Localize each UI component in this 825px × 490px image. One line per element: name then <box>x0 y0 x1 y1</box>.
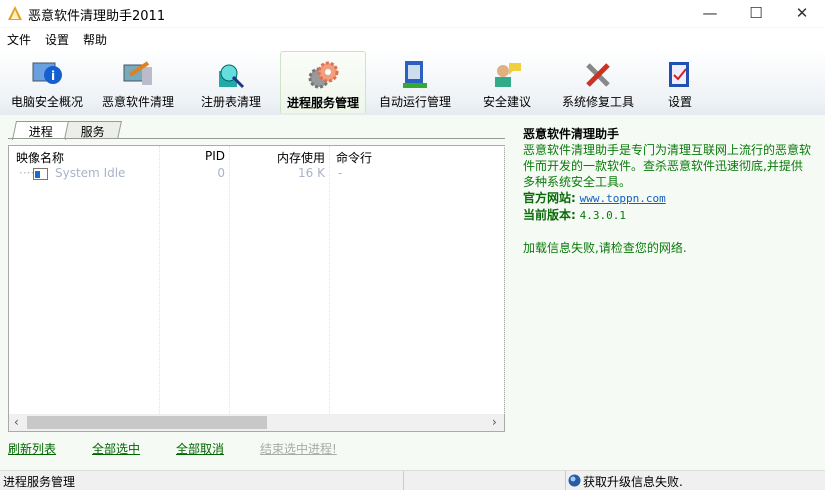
end-process-link[interactable]: 结束选中进程! <box>260 440 337 457</box>
header-command-line[interactable]: 命令行 <box>336 149 372 166</box>
status-right: 获取升级信息失败. <box>583 475 683 489</box>
scrollbar-thumb[interactable] <box>27 416 267 429</box>
close-button[interactable]: ✕ <box>779 0 825 27</box>
gears-icon <box>308 61 339 89</box>
deselect-all-link[interactable]: 全部取消 <box>176 440 224 457</box>
toolbar-system-repair[interactable]: 系统修复工具 <box>555 51 641 113</box>
load-error: 加载信息失败,请检查您的网络. <box>523 241 687 255</box>
startup-icon <box>403 61 427 88</box>
version-value: 4.3.0.1 <box>579 209 626 222</box>
tab-service[interactable]: 服务 <box>64 121 122 139</box>
svg-text:i: i <box>51 69 55 83</box>
process-window-icon <box>33 168 48 180</box>
menu-settings[interactable]: 设置 <box>45 31 69 48</box>
menu-help[interactable]: 帮助 <box>83 31 107 48</box>
settings-icon <box>669 62 689 87</box>
toolbar-autorun[interactable]: 自动运行管理 <box>372 51 458 113</box>
computer-broom-icon <box>123 61 152 85</box>
website-link[interactable]: www.toppn.com <box>580 192 666 205</box>
tab-divider <box>8 138 505 139</box>
repair-tools-icon <box>586 63 610 87</box>
info-description: 恶意软件清理助手是专门为清理互联网上流行的恶意软件而开发的一款软件。查杀恶意软件… <box>523 143 812 189</box>
maximize-button[interactable]: ☐ <box>733 0 779 27</box>
toolbar-security-advice[interactable]: 安全建议 <box>464 51 550 113</box>
toolbar-malware-clean[interactable]: 恶意软件清理 <box>95 51 181 113</box>
computer-info-icon: i <box>32 62 62 84</box>
registry-icon <box>219 64 245 89</box>
globe-icon <box>568 474 581 487</box>
status-bar: 进程服务管理 获取升级信息失败. <box>0 470 825 490</box>
toolbar-process-service[interactable]: 进程服务管理 <box>280 51 366 113</box>
header-image-name[interactable]: 映像名称 <box>16 149 64 166</box>
scroll-right-icon[interactable]: › <box>492 415 497 429</box>
advice-user-icon <box>495 63 521 87</box>
scroll-left-icon[interactable]: ‹ <box>14 415 19 429</box>
menu-bar: 文件 设置 帮助 <box>0 28 825 49</box>
site-label: 官方网站: <box>523 191 576 205</box>
toolbar-registry-clean[interactable]: 注册表清理 <box>188 51 274 113</box>
version-label: 当前版本: <box>523 208 576 222</box>
title-bar: 恶意软件清理助手2011 — ☐ ✕ <box>0 0 825 27</box>
toolbar-security-overview[interactable]: i 电脑安全概况 <box>4 51 90 113</box>
select-all-link[interactable]: 全部选中 <box>92 440 140 457</box>
info-panel: 恶意软件清理助手 恶意软件清理助手是专门为清理互联网上流行的恶意软件而开发的一款… <box>523 126 813 256</box>
window-title: 恶意软件清理助手2011 <box>28 9 166 24</box>
info-title: 恶意软件清理助手 <box>523 127 620 141</box>
table-row[interactable]: ····· System Idle 0 16 K - <box>9 166 504 184</box>
toolbar-settings[interactable]: 设置 <box>637 51 723 113</box>
status-left: 进程服务管理 <box>3 475 76 489</box>
menu-file[interactable]: 文件 <box>7 31 31 48</box>
header-memory[interactable]: 内存使用 <box>229 149 325 166</box>
refresh-list-link[interactable]: 刷新列表 <box>8 440 56 457</box>
toolbar: i 电脑安全概况 恶意软件清理 注册表清理 进程服务管理 自动运行管理 安全建议 … <box>0 49 825 115</box>
process-list[interactable]: 映像名称 PID 内存使用 命令行 ····· System Idle 0 16… <box>8 145 505 432</box>
header-pid[interactable]: PID <box>159 149 225 163</box>
horizontal-scrollbar[interactable]: ‹ › <box>9 414 504 431</box>
minimize-button[interactable]: — <box>687 0 733 27</box>
app-icon <box>8 6 22 20</box>
